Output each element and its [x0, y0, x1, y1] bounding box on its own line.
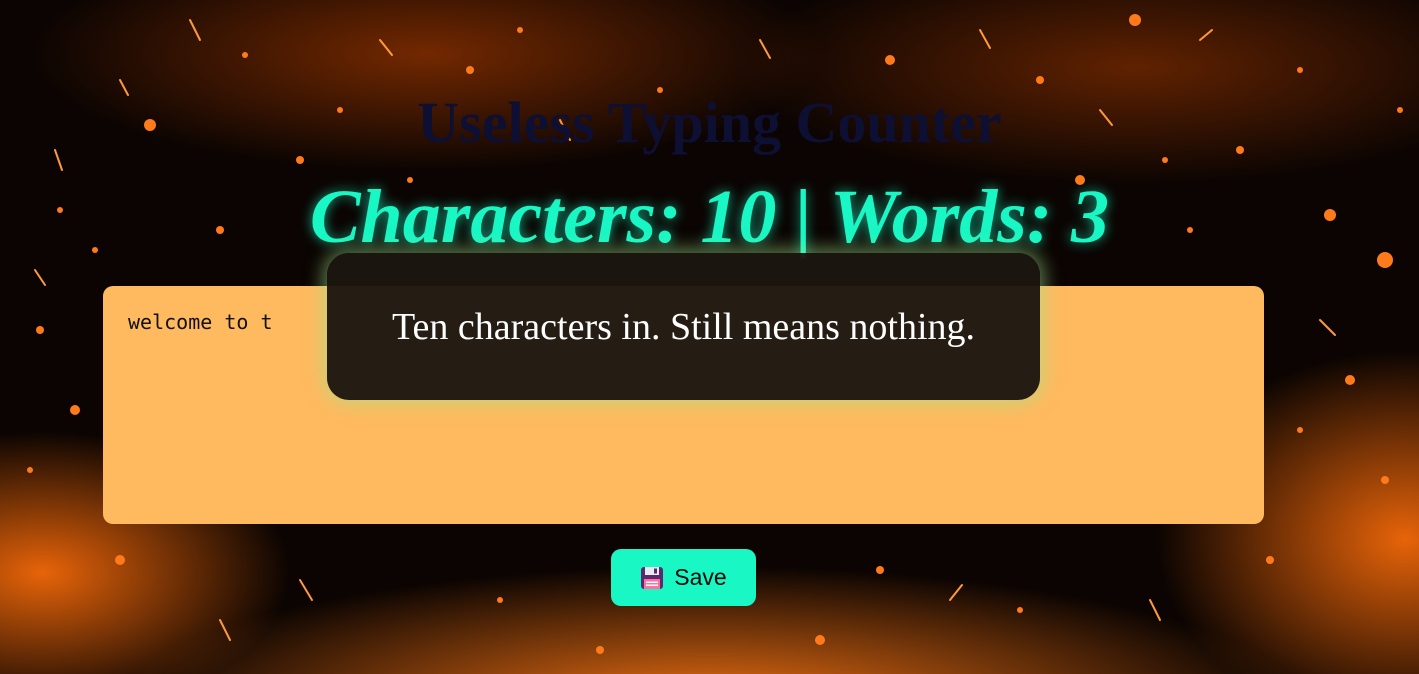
save-button[interactable]: Save — [611, 549, 756, 606]
save-button-label: Save — [674, 564, 727, 590]
toast-message: Ten characters in. Still means nothing. — [391, 306, 976, 348]
page-title: Useless Typing Counter — [417, 90, 1002, 155]
floppy-disk-icon — [641, 566, 664, 589]
feedback-toast: Ten characters in. Still means nothing. — [327, 253, 1040, 400]
character-word-counter: Characters: 10 | Words: 3 — [309, 175, 1110, 259]
